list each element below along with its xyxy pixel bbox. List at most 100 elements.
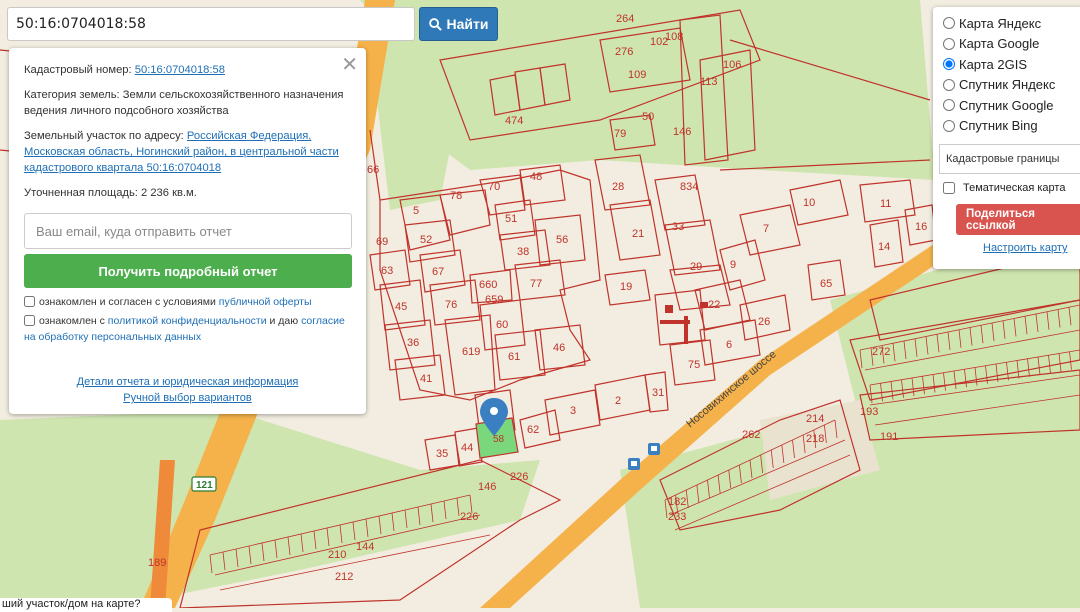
layer-option[interactable]: Спутник Google bbox=[943, 95, 1080, 116]
search-button-label: Найти bbox=[446, 16, 489, 32]
land-category: Категория земель: Земли сельскохозяйстве… bbox=[24, 89, 344, 117]
parcel-label: 46 bbox=[553, 342, 565, 354]
parcel-label: 75 bbox=[688, 359, 700, 371]
parcel-label: 38 bbox=[517, 246, 529, 258]
layer-radio[interactable] bbox=[943, 78, 955, 91]
parcel-label: 63 bbox=[381, 265, 393, 277]
parcel-label: 22 bbox=[708, 299, 720, 311]
layer-label: Карта 2GIS bbox=[959, 56, 1028, 72]
parcel-label: 77 bbox=[530, 278, 542, 290]
setup-map-link[interactable]: Настроить карту bbox=[983, 242, 1068, 254]
bus-stop-icon[interactable] bbox=[628, 458, 640, 470]
layer-radio[interactable] bbox=[943, 37, 955, 50]
parcel-label: 31 bbox=[652, 387, 664, 399]
layer-option[interactable]: Спутник Bing bbox=[943, 116, 1080, 137]
parcel-label: 146 bbox=[673, 126, 691, 138]
thematic-map-row[interactable]: Тематическая карта bbox=[943, 182, 1080, 194]
address-label: Земельный участок по адресу: bbox=[24, 130, 187, 142]
parcel-label: 193 bbox=[860, 406, 878, 418]
layer-option[interactable]: Карта 2GIS bbox=[943, 54, 1080, 75]
parcel-label: 62 bbox=[527, 424, 539, 436]
parcel-label: 36 bbox=[407, 337, 419, 349]
layer-radio[interactable] bbox=[943, 58, 955, 71]
cadastral-boundaries-select[interactable]: Кадастровые границы bbox=[939, 144, 1080, 174]
parcel-label: 834 bbox=[680, 181, 698, 193]
route-number: 121 bbox=[196, 480, 213, 491]
layer-label: Карта Google bbox=[959, 36, 1040, 52]
parcel-label: 48 bbox=[530, 171, 542, 183]
parcel-label: 233 bbox=[668, 511, 686, 523]
parcel-label: 28 bbox=[612, 181, 624, 193]
parcel-label: 276 bbox=[615, 46, 633, 58]
cadastral-number-link[interactable]: 50:16:0704018:58 bbox=[135, 64, 225, 76]
parcel-label: 51 bbox=[505, 213, 517, 225]
layer-label: Карта Яндекс bbox=[959, 15, 1042, 31]
parcel-label: 3 bbox=[570, 405, 576, 417]
parcel-label: 264 bbox=[616, 13, 634, 25]
layer-label: Спутник Яндекс bbox=[959, 77, 1056, 93]
layer-option[interactable]: Спутник Яндекс bbox=[943, 75, 1080, 96]
search-icon bbox=[428, 17, 442, 31]
parcel-label: 212 bbox=[335, 571, 353, 583]
parcel-label: 79 bbox=[614, 128, 626, 140]
details-link[interactable]: Детали отчета и юридическая информация bbox=[77, 376, 299, 388]
parcel-label: 9 bbox=[730, 259, 736, 271]
parcel-label: 61 bbox=[508, 351, 520, 363]
parcel-label: 146 bbox=[478, 481, 496, 493]
consent-offer-row: ознакомлен и согласен с условиями публич… bbox=[24, 294, 352, 310]
parcel-label: 76 bbox=[445, 299, 457, 311]
parcel-label: 182 bbox=[668, 496, 686, 508]
parcel-label: 106 bbox=[723, 59, 741, 71]
cadastral-label: Кадастровый номер: bbox=[24, 64, 135, 76]
thematic-checkbox[interactable] bbox=[943, 182, 955, 194]
area-text: Уточненная площадь: 2 236 кв.м. bbox=[24, 187, 197, 199]
parcel-label: 218 bbox=[806, 433, 824, 445]
parcel-label: 226 bbox=[460, 511, 478, 523]
parcel-label: 272 bbox=[872, 346, 890, 358]
parcel-label: 19 bbox=[620, 281, 632, 293]
bottom-tip[interactable]: ший участок/дом на карте? bbox=[0, 598, 172, 612]
offer-checkbox[interactable] bbox=[24, 296, 35, 307]
parcel-label: 189 bbox=[148, 557, 166, 569]
route-shield: 121 bbox=[191, 476, 217, 492]
parcel-label: 659 bbox=[485, 294, 503, 306]
consent1-text: ознакомлен и согласен с условиями bbox=[39, 296, 219, 308]
parcel-label: 35 bbox=[436, 448, 448, 460]
parcel-label: 16 bbox=[915, 221, 927, 233]
close-icon[interactable]: ✕ bbox=[341, 52, 358, 77]
parcel-label: 5 bbox=[413, 205, 419, 217]
green-area bbox=[880, 420, 1080, 608]
manual-select-link[interactable]: Ручной выбор вариантов bbox=[123, 392, 251, 404]
layer-radio[interactable] bbox=[943, 119, 955, 132]
search-button[interactable]: Найти bbox=[419, 7, 498, 41]
offer-link[interactable]: публичной оферты bbox=[219, 296, 312, 308]
parcel-label: 52 bbox=[420, 234, 432, 246]
search-input[interactable]: 50:16:0704018:58 bbox=[7, 7, 415, 41]
parcel-label: 660 bbox=[479, 279, 497, 291]
email-input[interactable] bbox=[24, 213, 352, 249]
layer-option[interactable]: Карта Google bbox=[943, 34, 1080, 55]
get-report-button[interactable]: Получить подробный отчет bbox=[24, 254, 352, 288]
parcel-label: 474 bbox=[505, 115, 523, 127]
selected-parcel-label: 58 bbox=[493, 434, 505, 445]
parcel-label: 619 bbox=[462, 346, 480, 358]
parcel-info-panel: ✕ Кадастровый номер: 50:16:0704018:58 Ка… bbox=[9, 48, 366, 414]
privacy-policy-link[interactable]: политикой конфиденциальности bbox=[108, 315, 267, 327]
share-link-button[interactable]: Поделиться ссылкой bbox=[956, 204, 1080, 235]
layer-radio[interactable] bbox=[943, 99, 955, 112]
parcel-label: 33 bbox=[672, 221, 684, 233]
layer-radio[interactable] bbox=[943, 17, 955, 30]
parcel-label: 144 bbox=[356, 541, 374, 553]
layer-option[interactable]: Карта Яндекс bbox=[943, 13, 1080, 34]
parcel-label: 45 bbox=[395, 301, 407, 313]
layer-label: Спутник Bing bbox=[959, 118, 1038, 134]
panel-footer-links: Детали отчета и юридическая информация Р… bbox=[9, 374, 366, 406]
parcel-label: 2 bbox=[615, 395, 621, 407]
parcel-label: 226 bbox=[510, 471, 528, 483]
privacy-checkbox[interactable] bbox=[24, 315, 35, 326]
parcel-label: 50 bbox=[642, 111, 654, 123]
bus-stop-icon[interactable] bbox=[648, 443, 660, 455]
parcel-label: 21 bbox=[632, 228, 644, 240]
parcel-label: 113 bbox=[700, 76, 718, 88]
parcel-label: 29 bbox=[690, 261, 702, 273]
